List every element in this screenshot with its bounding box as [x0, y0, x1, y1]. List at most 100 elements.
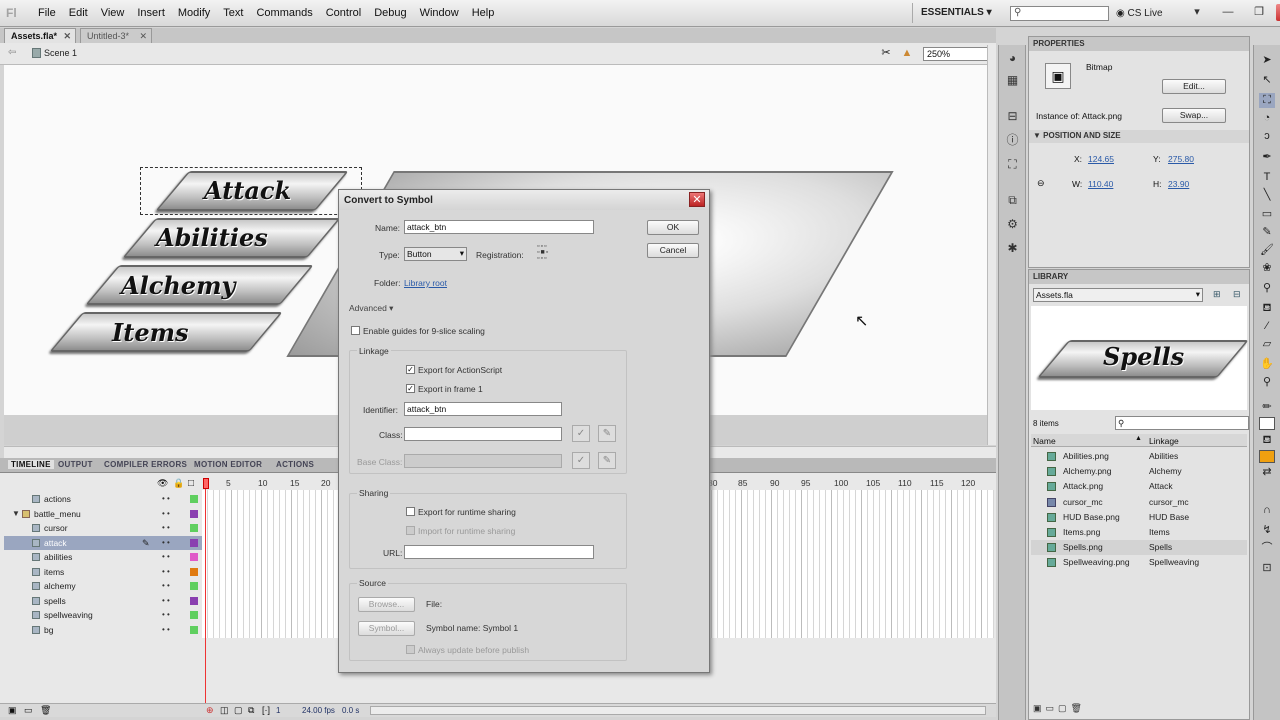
fill-color-swatch[interactable] — [1259, 450, 1275, 463]
edit-symbols-icon[interactable]: ▲ — [899, 47, 915, 61]
align-icon[interactable]: ⊟ — [1005, 109, 1020, 123]
pin-library-icon[interactable]: ⊞ — [1213, 289, 1221, 300]
swap-button[interactable]: Swap... — [1162, 108, 1226, 123]
code-snippets-icon[interactable]: ⧉ — [1005, 193, 1020, 207]
lock-icon[interactable]: 🔒 — [173, 478, 184, 489]
advanced-toggle[interactable]: Advanced ▾ — [349, 303, 393, 314]
layer-visibility-lock[interactable]: • • — [162, 507, 170, 521]
snap-magnet-icon[interactable]: ∩ — [1259, 503, 1275, 518]
nine-slice-checkbox[interactable] — [351, 326, 360, 335]
layer-outline-color[interactable] — [190, 582, 198, 590]
tab-compiler-errors[interactable]: COMPILER ERRORS — [104, 460, 187, 469]
linkage-column[interactable]: Linkage — [1149, 436, 1179, 446]
stroke-color-swatch[interactable] — [1259, 417, 1275, 430]
layer-outline-color[interactable] — [190, 509, 198, 518]
motion-presets-icon[interactable]: ✱ — [1005, 241, 1020, 255]
folder-link[interactable]: Library root — [404, 278, 447, 288]
layer-visibility-lock[interactable]: • • — [162, 521, 170, 535]
layer-row[interactable]: spellweaving • • — [4, 608, 202, 623]
layer-row[interactable]: items • • — [4, 565, 202, 580]
menu-debug[interactable]: Debug — [374, 7, 406, 19]
pencil-tool-icon[interactable]: ✎ — [1259, 225, 1275, 240]
library-item[interactable]: Abilities.png Abilities — [1031, 449, 1247, 464]
identifier-input[interactable]: attack_btn — [404, 402, 562, 416]
export-runtime-checkbox[interactable] — [406, 507, 415, 516]
cs-live-button[interactable]: ◉ CS Live — [1116, 8, 1163, 19]
scene-label[interactable]: Scene 1 — [44, 48, 77, 58]
library-item[interactable]: Spellweaving.png Spellweaving — [1031, 555, 1247, 570]
smooth-icon[interactable]: ↯ — [1259, 523, 1275, 538]
minimize-button[interactable]: — — [1214, 4, 1242, 21]
lasso-tool-icon[interactable]: ↄ — [1259, 129, 1275, 144]
library-item[interactable]: Spells.png Spells — [1031, 540, 1247, 556]
pen-tool-icon[interactable]: ✒ — [1259, 150, 1275, 165]
layer-row[interactable]: alchemy • • — [4, 579, 202, 594]
dialog-close-button[interactable]: ✕ — [689, 192, 705, 207]
color-panel-icon[interactable]: ◕ — [1005, 51, 1020, 65]
menu-view[interactable]: View — [101, 7, 125, 19]
position-size-section[interactable]: ▼ POSITION AND SIZE — [1029, 130, 1249, 143]
library-item[interactable]: Attack.png Attack — [1031, 479, 1247, 494]
export-actionscript-checkbox[interactable]: ✓ — [406, 365, 415, 374]
validate-class-icon[interactable]: ✓ — [572, 425, 590, 442]
library-search-input[interactable]: ⚲ — [1115, 416, 1249, 430]
free-transform-tool-icon[interactable]: ⛶ — [1259, 93, 1275, 108]
center-frame-icon[interactable]: ⊕ — [206, 705, 214, 716]
eraser-tool-icon[interactable]: ▱ — [1259, 337, 1275, 352]
close-icon[interactable]: ✕ — [139, 29, 147, 43]
menu-window[interactable]: Window — [420, 7, 459, 19]
maximize-button[interactable]: ❐ — [1245, 4, 1273, 21]
text-tool-icon[interactable]: T — [1259, 170, 1275, 185]
tab-timeline[interactable]: TIMELINE — [8, 460, 54, 469]
layer-visibility-lock[interactable]: • • — [162, 594, 170, 608]
menu-file[interactable]: File — [38, 7, 56, 19]
menu-insert[interactable]: Insert — [137, 7, 165, 19]
onion-skin-icon[interactable]: ◫ — [220, 705, 229, 716]
paint-bucket-tool-icon[interactable]: ⛾ — [1259, 301, 1275, 316]
library-item[interactable]: cursor_mc cursor_mc — [1031, 495, 1247, 510]
tab-output[interactable]: OUTPUT — [58, 460, 93, 469]
layer-row[interactable]: cursor • • — [4, 521, 202, 536]
stage-vertical-scrollbar[interactable] — [987, 45, 996, 445]
swatches-icon[interactable]: ▦ — [1005, 73, 1020, 87]
symbol-name-input[interactable]: attack_btn — [404, 220, 594, 234]
menu-commands[interactable]: Commands — [256, 7, 312, 19]
layer-visibility-lock[interactable]: • • — [162, 536, 170, 550]
info-icon[interactable]: ⓘ — [1005, 133, 1020, 147]
tab-untitled[interactable]: Untitled-3* ✕ — [80, 28, 152, 43]
back-arrow-icon[interactable]: ⇦ — [8, 47, 16, 58]
eyedropper-tool-icon[interactable]: ⁄ — [1259, 319, 1275, 334]
layer-row[interactable]: bg • • — [4, 623, 202, 638]
rectangle-tool-icon[interactable]: ▭ — [1259, 207, 1275, 222]
zoom-tool-icon[interactable]: ⚲ — [1259, 375, 1275, 390]
library-item[interactable]: Items.png Items — [1031, 525, 1247, 540]
menu-text[interactable]: Text — [223, 7, 243, 19]
cancel-button[interactable]: Cancel — [647, 243, 699, 258]
3d-rotation-tool-icon[interactable]: ◔ — [1259, 111, 1275, 126]
playhead[interactable] — [203, 478, 209, 708]
fill-color-icon[interactable]: ⛾ — [1259, 433, 1275, 448]
modify-markers-icon[interactable]: [·] — [262, 705, 270, 715]
bone-tool-icon[interactable]: ⚲ — [1259, 281, 1275, 296]
library-document-select[interactable]: Assets.fla ▾ — [1033, 288, 1203, 302]
transform-icon[interactable]: ⛶ — [1005, 157, 1020, 171]
y-value[interactable]: 275.80 — [1168, 154, 1194, 164]
tab-actions[interactable]: ACTIONS — [276, 460, 314, 469]
straighten-icon[interactable]: ⌒ — [1259, 541, 1275, 556]
eye-icon[interactable]: 👁 — [157, 478, 168, 489]
layer-outline-color[interactable] — [190, 538, 198, 547]
components-icon[interactable]: ⚙ — [1005, 217, 1020, 231]
layer-outline-color[interactable] — [190, 495, 198, 503]
onion-outline-icon[interactable]: ▢ — [234, 705, 243, 716]
layer-outline-color[interactable] — [190, 553, 198, 561]
layer-visibility-lock[interactable]: • • — [162, 492, 170, 506]
layer-row[interactable]: ▼ battle_menu • • — [4, 507, 202, 522]
menu-help[interactable]: Help — [472, 7, 495, 19]
new-library-icon[interactable]: ⊟ — [1233, 289, 1241, 300]
edit-class-icon[interactable]: ✎ — [598, 425, 616, 442]
library-item[interactable]: HUD Base.png HUD Base — [1031, 510, 1247, 525]
layer-outline-color[interactable] — [190, 625, 198, 634]
close-icon[interactable]: ✕ — [63, 29, 71, 43]
layer-outline-color[interactable] — [190, 611, 198, 619]
layer-visibility-lock[interactable]: • • — [162, 579, 170, 593]
